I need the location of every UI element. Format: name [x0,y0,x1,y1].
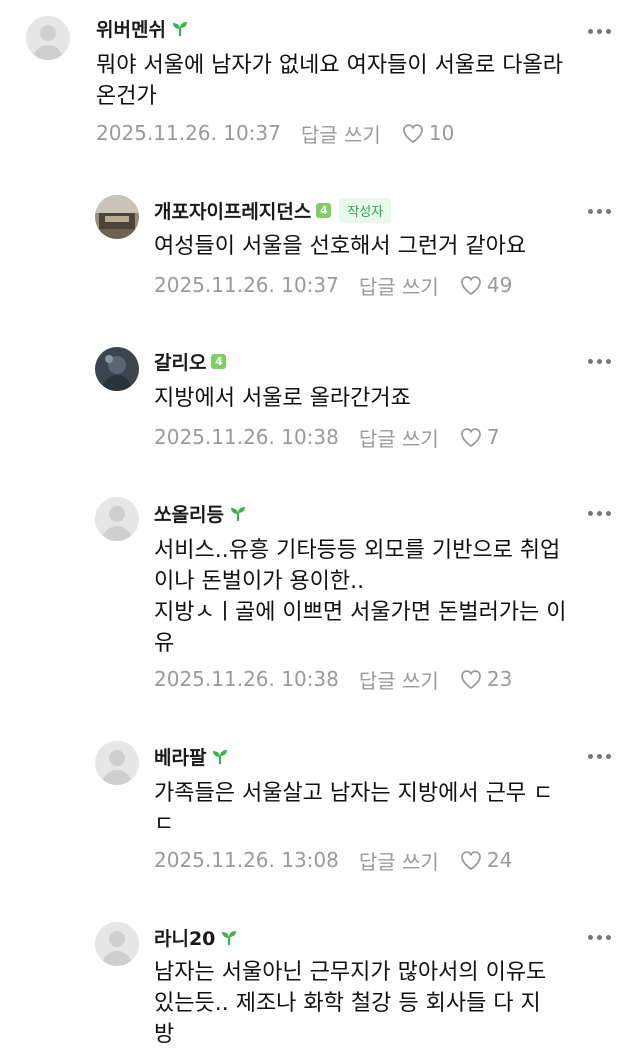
more-options-icon[interactable] [588,209,612,215]
heart-icon [460,670,481,690]
nickname[interactable]: 베라팔 [154,743,206,770]
heart-icon [402,124,423,144]
comment-line: 있는듯.. 제조나 화학 철강 등 회사들 다 지 [154,991,541,1016]
like-button[interactable]: 10 [401,121,454,145]
comment-line: 방 [154,1022,175,1047]
nickname-row: 개포자이프레지던스 4 작성자 [154,195,392,225]
like-count: 7 [486,425,500,449]
avatar[interactable] [95,922,139,966]
timestamp: 2025.11.26. 10:37 [96,121,281,145]
nickname[interactable]: 위버멘쉬 [96,15,166,42]
reply-button[interactable]: 답글 쓰기 [359,665,439,694]
comment-line: 남자는 서울아닌 근무지가 많아서의 이유도 [154,960,547,985]
heart-icon [460,276,481,296]
like-button[interactable]: 23 [459,667,512,691]
nickname-row: 위버멘쉬 [96,13,189,43]
timestamp: 2025.11.26. 10:38 [154,425,339,449]
avatar[interactable] [95,741,139,785]
comment-line: 지방에서 서울로 올라간거죠 [154,386,411,411]
avatar[interactable] [95,497,139,541]
nickname[interactable]: 라니20 [154,924,215,951]
comment-line: ㄷ [154,812,175,837]
comment-meta: 2025.11.26. 10:38 답글 쓰기 7 [154,422,500,452]
comment-line: 지방ㅅㅣ골에 이쁘면 서울가면 돈벌러가는 이 [154,600,567,625]
level-badge: 4 [211,353,227,369]
nickname-row: 베라팔 [154,741,229,771]
reply-button[interactable]: 답글 쓰기 [359,423,439,452]
heart-icon [460,428,481,448]
sprout-icon [213,750,228,764]
timestamp: 2025.11.26. 10:37 [154,273,339,297]
more-options-icon[interactable] [588,935,612,941]
heart-icon [460,851,481,871]
level-badge: 4 [316,202,332,218]
comment-text: 가족들은 서울살고 남자는 지방에서 근무 ㄷ ㄷ [154,778,620,840]
reply-button[interactable]: 답글 쓰기 [359,271,439,300]
nickname[interactable]: 쏘올리등 [154,500,224,527]
comment-line: 여성들이 서울을 선호해서 그런거 같아요 [154,234,527,259]
comment-text: 여성들이 서울을 선호해서 그런거 같아요 [154,231,620,262]
sprout-icon [222,931,237,945]
comment-line: 온건가 [96,84,157,109]
like-count: 10 [428,121,455,145]
comment-text: 남자는 서울아닌 근무지가 많아서의 이유도 있는듯.. 제조나 화학 철강 등… [154,957,620,1050]
comment-text: 지방에서 서울로 올라간거죠 [154,383,620,414]
reply-button[interactable]: 답글 쓰기 [301,119,381,148]
like-count: 49 [486,273,513,297]
sprout-icon [172,22,187,36]
like-button[interactable]: 49 [459,273,512,297]
timestamp: 2025.11.26. 13:08 [154,848,339,872]
like-count: 23 [486,667,513,691]
more-options-icon[interactable] [588,754,612,760]
comment-meta: 2025.11.26. 10:37 답글 쓰기 49 [154,270,512,300]
like-count: 24 [486,848,513,872]
comment-meta: 2025.11.26. 10:37 답글 쓰기 10 [96,118,454,148]
comment-meta: 2025.11.26. 10:38 답글 쓰기 23 [154,664,512,694]
comment-line: 뭐야 서울에 남자가 없네요 여자들이 서울로 다올라 [96,53,564,78]
comment-line: 유 [154,631,175,656]
comment-text: 서비스..유흥 기타등등 외모를 기반으로 취업 이나 돈벌이가 용이한.. 지… [154,535,620,659]
comment-line: 이나 돈벌이가 용이한.. [154,569,365,594]
comment-meta: 2025.11.26. 13:08 답글 쓰기 24 [154,845,512,875]
like-button[interactable]: 24 [459,848,512,872]
reply-button[interactable]: 답글 쓰기 [359,846,439,875]
nickname[interactable]: 갈리오 [154,348,206,375]
nickname-row: 쏘올리등 [154,498,247,528]
author-badge: 작성자 [339,197,392,223]
more-options-icon[interactable] [588,511,612,517]
more-options-icon[interactable] [588,29,612,35]
comment-line: 서비스..유흥 기타등등 외모를 기반으로 취업 [154,538,561,563]
sprout-icon [230,507,245,521]
timestamp: 2025.11.26. 10:38 [154,667,339,691]
more-options-icon[interactable] [588,359,612,365]
nickname-row: 갈리오 4 [154,346,227,376]
comment-text: 뭐야 서울에 남자가 없네요 여자들이 서울로 다올라 온건가 [96,50,620,112]
nickname[interactable]: 개포자이프레지던스 [154,197,311,224]
like-button[interactable]: 7 [459,425,500,449]
avatar[interactable] [95,347,139,391]
nickname-row: 라니20 [154,922,238,952]
avatar[interactable] [95,195,139,239]
comment-line: 가족들은 서울살고 남자는 지방에서 근무 ㄷ [154,781,554,806]
avatar[interactable] [26,16,70,60]
